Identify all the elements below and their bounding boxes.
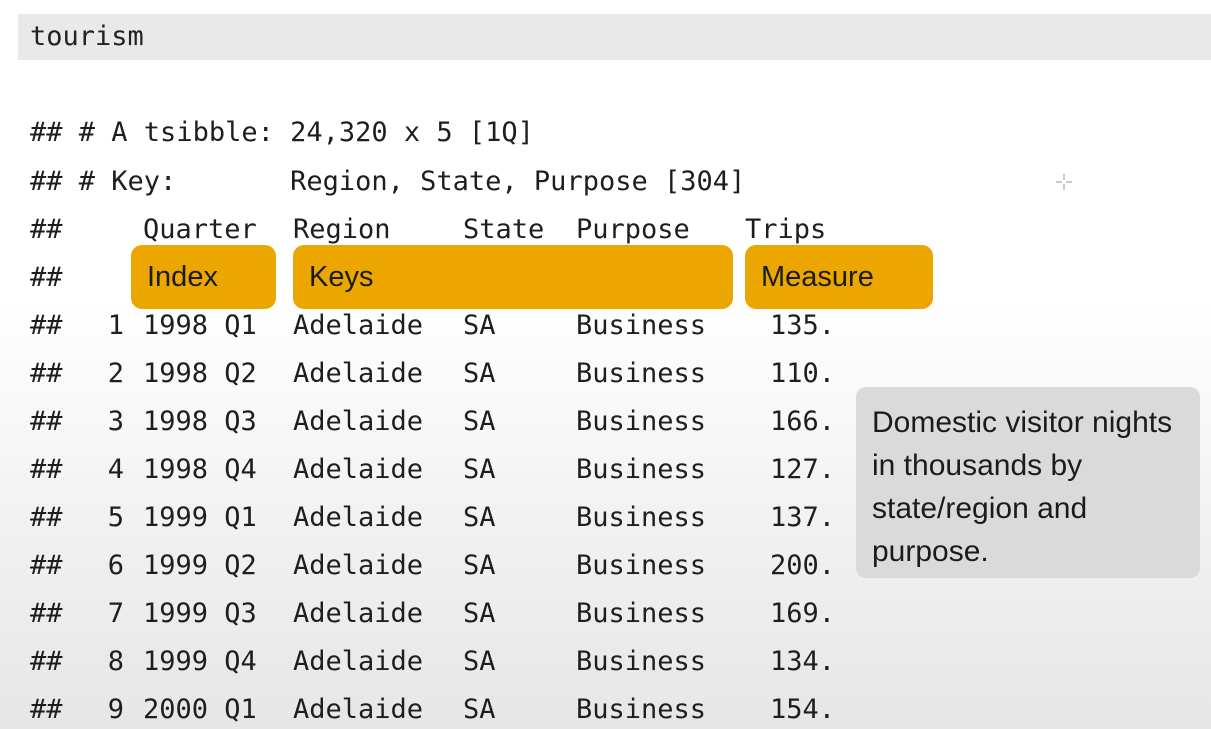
cell-quarter: 1998 Q3 [143, 406, 257, 437]
cell-purpose: Business [576, 358, 707, 389]
column-header-trips: Trips [745, 214, 827, 245]
row-number: 3 [107, 406, 124, 437]
cell-quarter: 2000 Q1 [143, 694, 257, 725]
cell-purpose: Business [576, 550, 707, 581]
cell-state: SA [463, 550, 496, 581]
cell-trips: 110. [769, 358, 835, 389]
output-prefix: ## [30, 214, 63, 245]
output-prefix: ## # A tsibble: 24,320 x 5 [1Q] [30, 117, 534, 148]
output-prefix: ## [30, 598, 63, 629]
code-chunk-text: tourism [30, 21, 144, 52]
output-prefix: ## [30, 262, 63, 293]
cell-state: SA [463, 454, 496, 485]
cell-region: Adelaide [293, 406, 424, 437]
cell-region: Adelaide [293, 502, 424, 533]
cell-region: Adelaide [293, 310, 424, 341]
cell-quarter: 1999 Q3 [143, 598, 257, 629]
output-prefix: ## [30, 646, 63, 677]
row-number: 2 [107, 358, 124, 389]
output-prefix: ## [30, 310, 63, 341]
output-prefix: ## [30, 406, 63, 437]
column-header-region: Region [293, 214, 391, 245]
cell-purpose: Business [576, 502, 707, 533]
cell-quarter: 1999 Q2 [143, 550, 257, 581]
cell-quarter: 1998 Q1 [143, 310, 257, 341]
row-number: 9 [107, 694, 124, 725]
row-number: 8 [107, 646, 124, 677]
cell-trips: 127. [769, 454, 835, 485]
cell-state: SA [463, 310, 496, 341]
cell-trips: 137. [769, 502, 835, 533]
cell-region: Adelaide [293, 694, 424, 725]
description-note: Domestic visitor nights in thousands by … [856, 387, 1200, 578]
cell-state: SA [463, 502, 496, 533]
keys-tag: Keys [293, 245, 733, 309]
cell-region: Adelaide [293, 646, 424, 677]
cell-purpose: Business [576, 406, 707, 437]
cell-quarter: 1999 Q4 [143, 646, 257, 677]
row-number: 5 [107, 502, 124, 533]
output-prefix: ## [30, 502, 63, 533]
row-number: 1 [107, 310, 124, 341]
cell-quarter: 1998 Q4 [143, 454, 257, 485]
cell-state: SA [463, 598, 496, 629]
cell-trips: 135. [769, 310, 835, 341]
cell-purpose: Business [576, 694, 707, 725]
row-number: 7 [107, 598, 124, 629]
cell-state: SA [463, 406, 496, 437]
cell-region: Adelaide [293, 358, 424, 389]
cell-quarter: 1998 Q2 [143, 358, 257, 389]
output-prefix: ## [30, 694, 63, 725]
top-strip [0, 0, 1211, 12]
row-number: 4 [107, 454, 124, 485]
cell-region: Adelaide [293, 598, 424, 629]
row-number: 6 [107, 550, 124, 581]
output-prefix: ## [30, 550, 63, 581]
output-prefix: ## [30, 454, 63, 485]
cell-state: SA [463, 694, 496, 725]
output-prefix: ## # Key: Region, State, Purpose [304] [30, 166, 746, 197]
cell-purpose: Business [576, 646, 707, 677]
cell-trips: 200. [769, 550, 835, 581]
cell-region: Adelaide [293, 550, 424, 581]
cell-purpose: Business [576, 598, 707, 629]
code-chunk: tourism [18, 14, 1211, 60]
crosshair-icon [1056, 174, 1072, 190]
column-header-purpose: Purpose [576, 214, 690, 245]
cell-purpose: Business [576, 310, 707, 341]
output-prefix: ## [30, 358, 63, 389]
tsibble-summary: # A tsibble: 24,320 x 5 [1Q] [78, 117, 534, 148]
cell-purpose: Business [576, 454, 707, 485]
cell-trips: 154. [769, 694, 835, 725]
cell-trips: 166. [769, 406, 835, 437]
column-header-quarter: Quarter [143, 214, 257, 245]
cell-state: SA [463, 646, 496, 677]
tsibble-key-line: # Key: Region, State, Purpose [304] [78, 166, 746, 197]
measure-tag: Measure [745, 245, 933, 309]
cell-state: SA [463, 358, 496, 389]
cell-trips: 169. [769, 598, 835, 629]
column-header-state: State [463, 214, 545, 245]
cell-region: Adelaide [293, 454, 424, 485]
index-tag: Index [131, 245, 276, 309]
cell-trips: 134. [769, 646, 835, 677]
cell-quarter: 1999 Q1 [143, 502, 257, 533]
